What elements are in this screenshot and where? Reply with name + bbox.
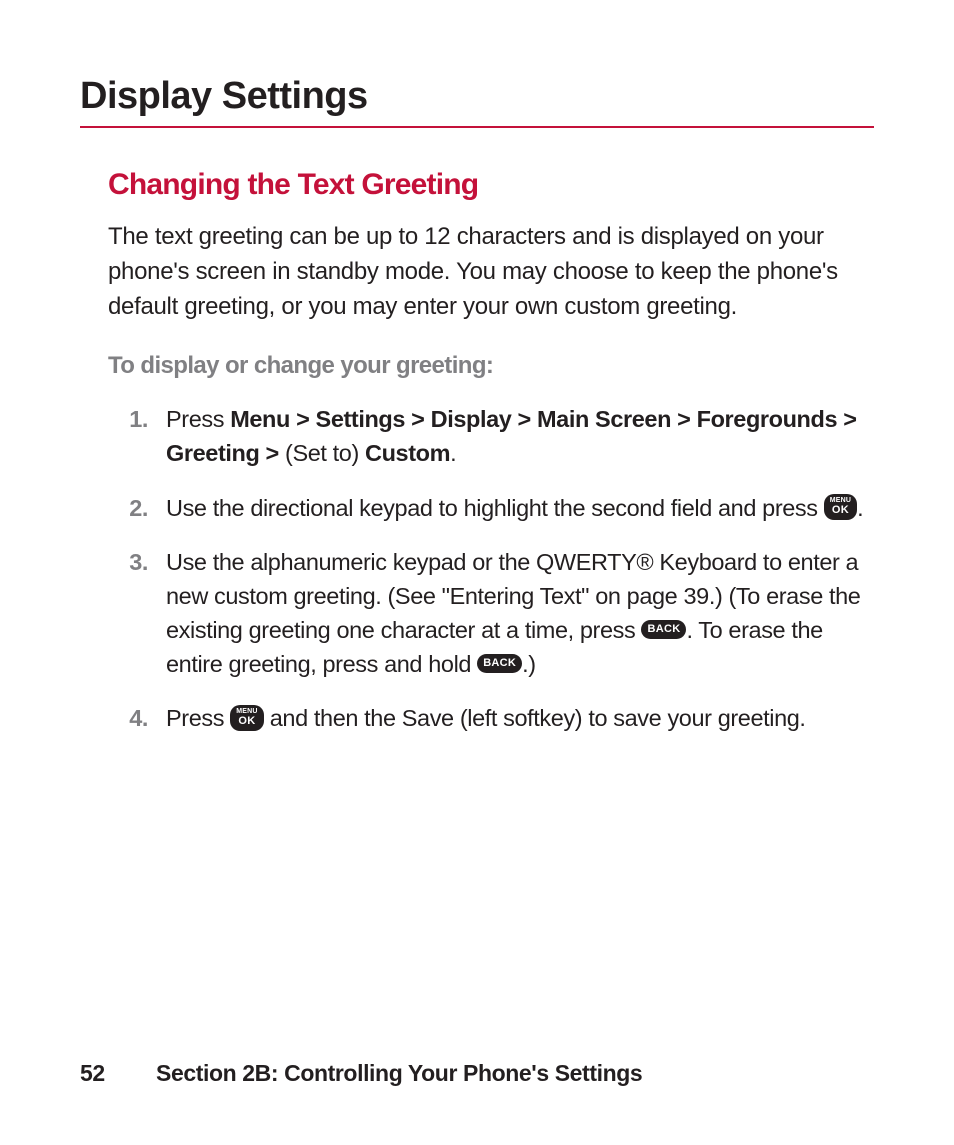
step-text: .) <box>522 651 536 677</box>
step-number: 1. <box>108 402 148 436</box>
key-label-line2: OK <box>830 505 851 516</box>
key-label: BACK <box>483 658 516 669</box>
title-rule <box>80 126 874 128</box>
step-4: 4. Press MENU OK and then the Save (left… <box>108 701 874 735</box>
key-label-line1: MENU <box>830 497 851 504</box>
procedure-subheading: To display or change your greeting: <box>108 352 874 380</box>
step-text: Use the directional keypad to highlight … <box>166 495 824 521</box>
step-text: Press <box>166 705 230 731</box>
section-heading: Changing the Text Greeting <box>108 168 874 202</box>
page-title: Display Settings <box>80 75 874 118</box>
step-number: 3. <box>108 545 148 579</box>
step-2: 2. Use the directional keypad to highlig… <box>108 491 874 525</box>
step-text: (Set to) <box>285 440 365 466</box>
step-1: 1. Press Menu > Settings > Display > Mai… <box>108 402 874 470</box>
step-text: and then the Save (left softkey) to save… <box>264 705 806 731</box>
key-label-line1: MENU <box>236 708 257 715</box>
manual-page: Display Settings Changing the Text Greet… <box>0 0 954 1145</box>
step-number: 2. <box>108 491 148 525</box>
page-footer: 52 Section 2B: Controlling Your Phone's … <box>80 1060 874 1087</box>
step-text-bold: Custom <box>365 440 450 466</box>
intro-paragraph: The text greeting can be up to 12 charac… <box>108 220 874 324</box>
back-key-icon: BACK <box>641 620 686 639</box>
step-number: 4. <box>108 701 148 735</box>
step-text: . <box>450 440 456 466</box>
steps-list: 1. Press Menu > Settings > Display > Mai… <box>108 402 874 735</box>
menu-ok-key-icon: MENU OK <box>230 705 263 731</box>
menu-ok-key-icon: MENU OK <box>824 494 857 520</box>
step-text-bold: Menu > Settings > Display > Main Screen … <box>166 406 857 466</box>
step-3: 3. Use the alphanumeric keypad or the QW… <box>108 545 874 681</box>
step-text: . <box>857 495 863 521</box>
page-number: 52 <box>80 1060 150 1087</box>
key-label: BACK <box>647 624 680 635</box>
step-text: Press <box>166 406 230 432</box>
section-label: Section 2B: Controlling Your Phone's Set… <box>156 1060 642 1086</box>
back-key-icon: BACK <box>477 654 522 673</box>
key-label-line2: OK <box>236 716 257 727</box>
